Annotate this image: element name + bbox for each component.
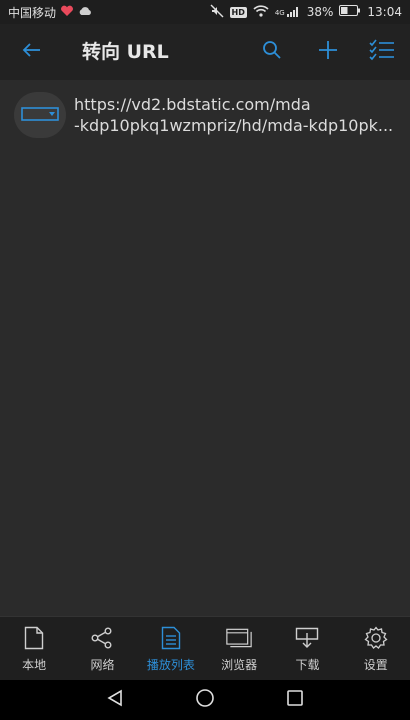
battery-icon <box>339 5 361 19</box>
clock: 13:04 <box>367 5 402 19</box>
plus-icon <box>318 40 338 64</box>
mute-icon <box>210 4 224 21</box>
nav-item-download[interactable]: 下载 <box>273 617 341 681</box>
video-file-icon <box>21 106 59 125</box>
system-recents-button[interactable] <box>286 689 304 711</box>
status-bar: 中国移动 HD 4G 38% 13:04 <box>0 0 410 24</box>
nav-label-browser: 浏览器 <box>221 658 258 672</box>
app-bar: 转向 URL <box>0 24 410 80</box>
url-list: https://vd2.bdstatic.com/mda -kdp10pkq1w… <box>0 80 410 616</box>
add-button[interactable] <box>308 32 348 72</box>
nav-item-playlist[interactable]: 播放列表 <box>137 617 205 681</box>
heart-notification-icon <box>60 5 74 20</box>
bottom-nav: 本地 网络 播放列表 浏览器 下载 设置 <box>0 616 410 681</box>
nav-label-local: 本地 <box>22 658 47 672</box>
page-title: 转向 URL <box>82 41 169 63</box>
nav-label-network: 网络 <box>90 658 115 672</box>
system-nav-bar <box>0 680 410 720</box>
system-back-button[interactable] <box>106 689 124 711</box>
wifi-icon <box>253 4 269 20</box>
back-button[interactable] <box>12 32 52 72</box>
arrow-left-icon <box>22 42 42 62</box>
nav-item-settings[interactable]: 设置 <box>342 617 410 681</box>
signal-icon <box>286 5 301 20</box>
system-home-button[interactable] <box>195 688 215 712</box>
battery-percent: 38% <box>306 5 334 19</box>
file-icon <box>21 625 47 651</box>
search-button[interactable] <box>252 32 292 72</box>
nav-item-network[interactable]: 网络 <box>68 617 136 681</box>
carrier-label: 中国移动 <box>8 5 57 20</box>
share-icon <box>89 625 115 651</box>
browser-icon <box>226 625 252 651</box>
list-item[interactable]: https://vd2.bdstatic.com/mda -kdp10pkq1w… <box>0 88 410 150</box>
search-icon <box>262 40 282 64</box>
nav-item-browser[interactable]: 浏览器 <box>205 617 273 681</box>
select-list-button[interactable] <box>362 32 402 72</box>
url-line-2: -kdp10pkq1wzmpriz/hd/mda-kdp10pk... <box>74 116 394 135</box>
nav-label-playlist: 播放列表 <box>146 658 195 672</box>
playlist-icon <box>158 625 184 651</box>
nav-item-local[interactable]: 本地 <box>0 617 68 681</box>
url-line-1: https://vd2.bdstatic.com/mda <box>74 95 311 114</box>
cloud-icon <box>78 5 92 19</box>
nav-label-settings: 设置 <box>363 658 388 672</box>
url-text: https://vd2.bdstatic.com/mda -kdp10pkq1w… <box>74 94 400 136</box>
nav-label-download: 下载 <box>295 658 320 672</box>
checklist-icon <box>369 39 395 65</box>
video-thumbnail <box>14 92 66 138</box>
hd-badge: HD <box>229 6 247 18</box>
network-type-label: 4G <box>274 8 285 17</box>
download-icon <box>294 625 320 651</box>
gear-icon <box>363 625 389 651</box>
